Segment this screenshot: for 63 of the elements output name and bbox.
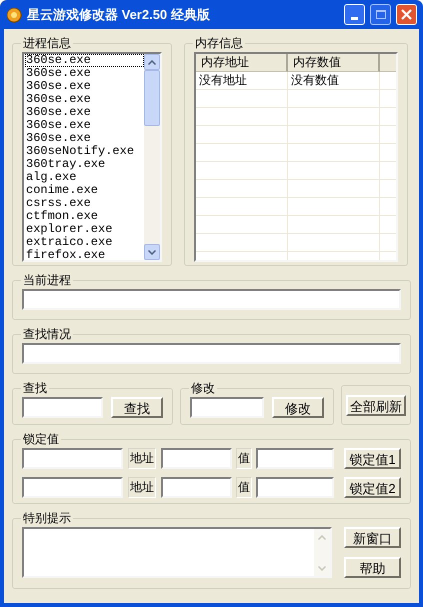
lock-value-button[interactable]: 锁定值2 <box>344 477 401 498</box>
modify-field[interactable] <box>190 397 264 418</box>
process-field[interactable] <box>22 448 123 469</box>
process-item[interactable]: 360se.exe <box>25 119 144 132</box>
process-item[interactable]: 360se.exe <box>25 106 144 119</box>
tips-text-area[interactable] <box>22 527 332 578</box>
value-field[interactable] <box>256 477 334 498</box>
process-item[interactable]: 360seNotify.exe <box>25 145 144 158</box>
close-button[interactable] <box>396 4 417 25</box>
search-status-field[interactable] <box>22 343 401 364</box>
field-label: 地址 <box>128 448 156 469</box>
table-cell: 没有地址 <box>196 72 288 89</box>
process-list[interactable]: 360se.exe 360se.exe 360se.exe 360se.exe 360se.exe 360se.exe 360se.exe 360seNotify.exe 360tray.exe alg.exe conime.exe csrss.exe ctfmon.exe explorer.exe extraico.exe firefox.exe <box>22 52 162 262</box>
process-item[interactable]: conime.exe <box>25 184 144 197</box>
column-header[interactable]: 内存地址 <box>196 54 288 72</box>
group-title: 修改 <box>190 380 216 397</box>
scroll-down-icon <box>148 250 156 254</box>
current-process-field[interactable] <box>22 289 401 310</box>
group-title: 当前进程 <box>22 272 72 289</box>
app-logo-icon <box>6 6 22 22</box>
process-item[interactable]: ctfmon.exe <box>25 210 144 223</box>
column-header <box>380 54 396 72</box>
group-title: 特别提示 <box>22 510 72 527</box>
process-item[interactable]: alg.exe <box>25 171 144 184</box>
address-field[interactable] <box>161 448 232 469</box>
process-item[interactable]: firefox.exe <box>25 249 144 260</box>
process-item[interactable]: extraico.exe <box>25 236 144 249</box>
table-cell: 没有数值 <box>288 72 380 89</box>
process-item[interactable]: 360se.exe <box>25 93 144 106</box>
group-title: 查找 <box>22 380 48 397</box>
tip-button[interactable]: 帮助 <box>344 557 401 578</box>
address-field[interactable] <box>161 477 232 498</box>
value-field[interactable] <box>256 448 334 469</box>
close-icon <box>401 9 412 20</box>
search-field[interactable] <box>22 397 103 418</box>
scroll-up-icon <box>318 534 326 540</box>
tip-button[interactable]: 新窗口 <box>344 527 401 548</box>
process-field[interactable] <box>22 477 123 498</box>
column-header[interactable]: 内存数值 <box>288 54 380 72</box>
field-label: 值 <box>236 448 252 469</box>
scrollbar[interactable] <box>144 54 160 260</box>
process-item[interactable]: 360se.exe <box>25 80 144 93</box>
group-title: 内存信息 <box>194 35 244 52</box>
group-title: 进程信息 <box>22 35 72 52</box>
lock-value-button[interactable]: 锁定值1 <box>344 448 401 469</box>
scroll-up-icon <box>148 60 156 64</box>
process-item[interactable]: csrss.exe <box>25 197 144 210</box>
process-item[interactable]: 360se.exe <box>25 132 144 145</box>
process-item[interactable]: 360se.exe <box>25 54 144 67</box>
refresh-all-button[interactable]: 全部刷新 <box>346 394 406 416</box>
field-label: 值 <box>236 477 252 498</box>
process-item[interactable]: explorer.exe <box>25 223 144 236</box>
process-item[interactable]: 360se.exe <box>25 67 144 80</box>
scroll-down-icon <box>318 566 326 570</box>
window-title: 星云游戏修改器 Ver2.50 经典版 <box>27 6 211 24</box>
modify-button[interactable]: 修改 <box>272 397 324 418</box>
search-button[interactable]: 查找 <box>111 397 163 418</box>
group-title: 查找情况 <box>22 326 72 343</box>
minimize-button[interactable] <box>344 4 365 25</box>
field-label: 地址 <box>128 477 156 498</box>
process-item[interactable]: 360tray.exe <box>25 158 144 171</box>
group-title: 锁定值 <box>22 431 60 448</box>
maximize-button[interactable] <box>370 4 391 25</box>
